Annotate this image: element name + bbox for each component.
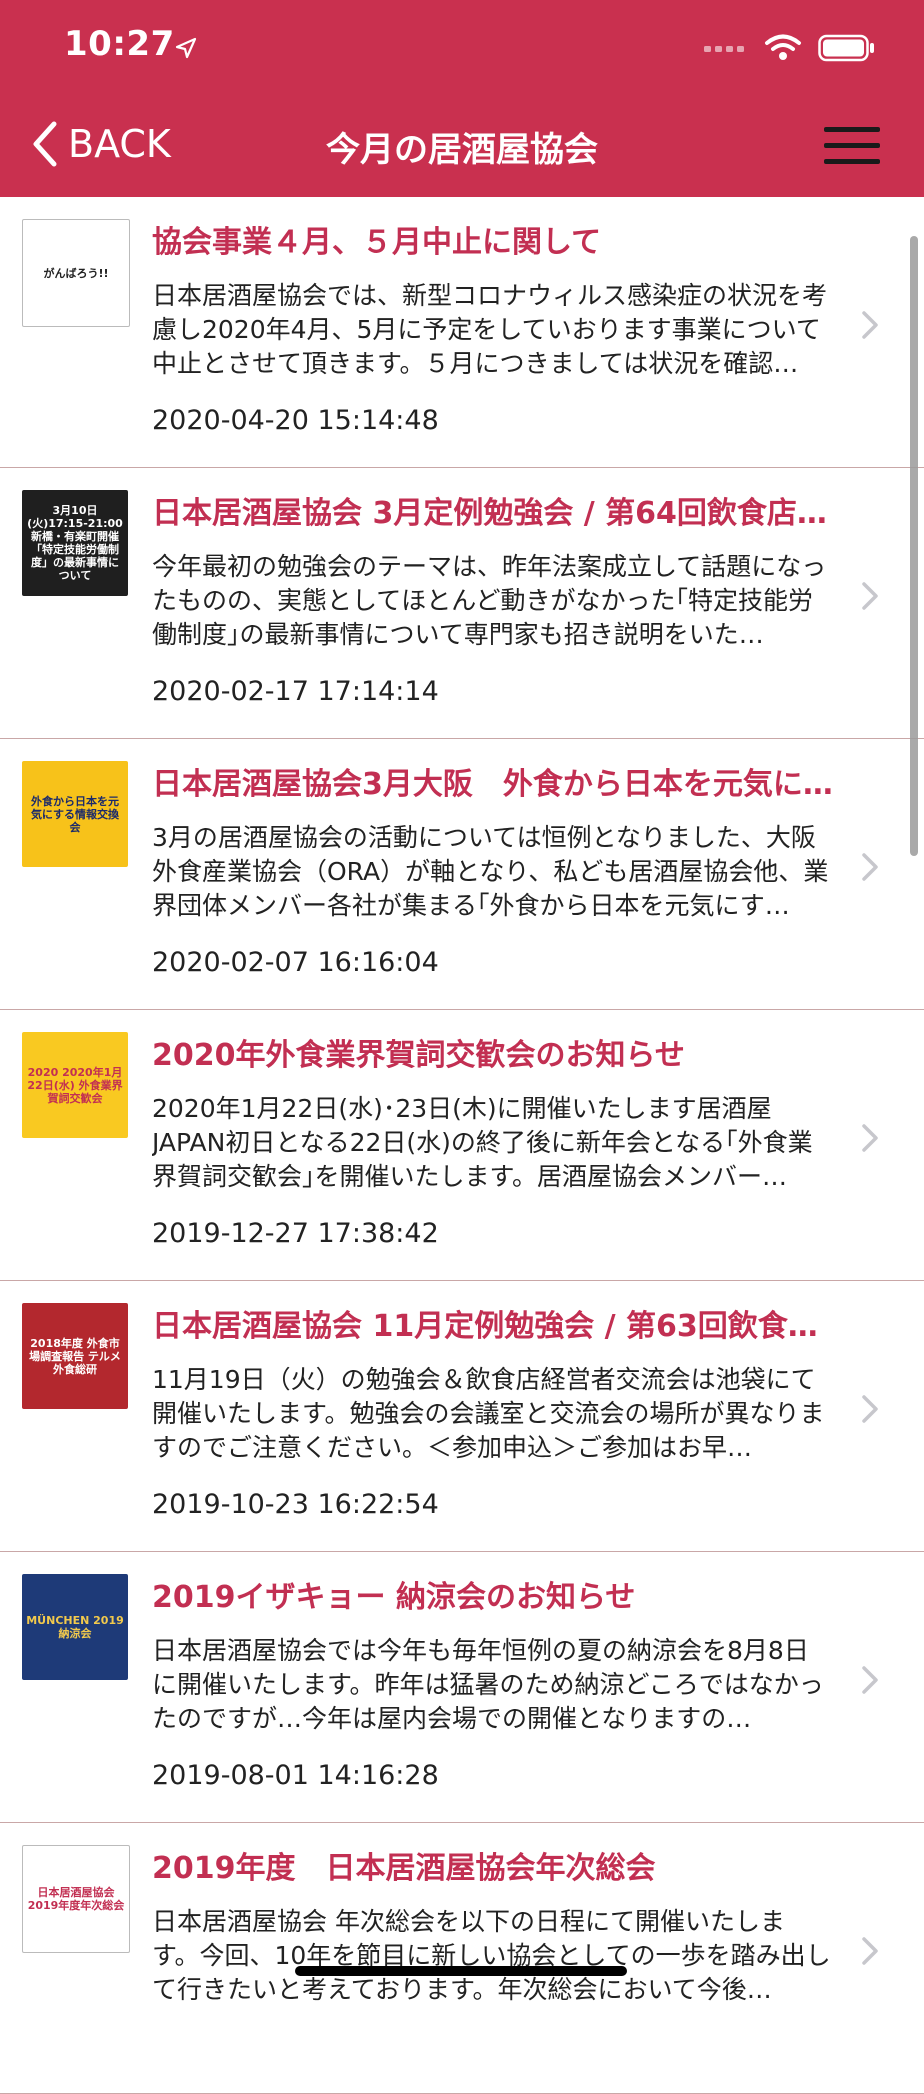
- item-title: 協会事業４月、５月中止に関して: [152, 225, 602, 260]
- chevron-right-icon: [862, 1666, 878, 1694]
- item-thumbnail: MÜNCHEN 2019納涼会: [22, 1574, 128, 1680]
- status-right: [704, 34, 876, 62]
- chevron-right-icon: [862, 1937, 878, 1965]
- item-date: 2020-02-07 16:16:04: [152, 947, 439, 978]
- battery-icon: [818, 34, 874, 62]
- chevron-right-icon: [862, 853, 878, 881]
- list-item[interactable]: MÜNCHEN 2019納涼会 2019イザキョー 納涼会のお知らせ日本居酒屋協会…: [0, 1552, 924, 1823]
- hamburger-menu-icon: [824, 127, 880, 132]
- list-item[interactable]: 2018年度 外食市場調査報告 テルメ外食総研 日本居酒屋協会 11月定例勉強会 …: [0, 1281, 924, 1552]
- item-thumbnail: 3月10日(火)17:15-21:00 新橋・有楽町開催 「特定技能労働制度」の…: [22, 490, 128, 596]
- menu-button[interactable]: [824, 125, 880, 167]
- thumb-text: MÜNCHEN 2019納涼会: [26, 1614, 124, 1640]
- item-date: 2019-12-27 17:38:42: [152, 1218, 439, 1249]
- thumb-text: 2020 2020年1月22日(水) 外食業界 賀詞交歓会: [27, 1065, 123, 1105]
- item-title: 2019イザキョー 納涼会のお知らせ: [152, 1580, 636, 1615]
- thumb-text: 2018年度 外食市場調査報告 テルメ外食総研: [29, 1336, 121, 1376]
- page-title: 今月の居酒屋協会: [326, 130, 598, 170]
- wifi-icon: [765, 34, 801, 60]
- item-title: 2020年外食業界賀詞交歓会のお知らせ: [152, 1038, 685, 1073]
- item-description: 11月19日（火）の勉強会＆飲食店経営者交流会は池袋にて開催いたします。勉強会の…: [152, 1365, 825, 1462]
- item-description: 日本居酒屋協会では、新型コロナウィルス感染症の状況を考慮し2020年4月、5月に…: [152, 281, 828, 378]
- item-date: 2020-02-17 17:14:14: [152, 676, 439, 707]
- item-description: 日本居酒屋協会では今年も毎年恒例の夏の納涼会を8月8日に開催いたします。昨年は猛…: [152, 1636, 824, 1733]
- item-thumbnail: 2018年度 外食市場調査報告 テルメ外食総研: [22, 1303, 128, 1409]
- item-description: 日本居酒屋協会 年次総会を以下の日程にて開催いたします。今回、10年を節目に新し…: [152, 1907, 831, 2004]
- thumb-text: 外食から日本を元気にする情報交換会: [30, 794, 120, 834]
- thumb-text: 日本居酒屋協会 2019年度年次総会: [27, 1886, 125, 1912]
- thumb-text: がんばろう!!: [43, 266, 109, 280]
- nav-header: 10:27 BACK 今月の居酒屋協会: [0, 0, 924, 197]
- news-list: がんばろう!! 協会事業４月、５月中止に関して日本居酒屋協会では、新型コロナウィル…: [0, 197, 924, 2094]
- item-description: 2020年1月22日(水)･23日(木)に開催いたします居酒屋JAPAN初日とな…: [152, 1094, 813, 1191]
- list-item[interactable]: 3月10日(火)17:15-21:00 新橋・有楽町開催 「特定技能労働制度」の…: [0, 468, 924, 739]
- item-thumbnail: 日本居酒屋協会 2019年度年次総会: [22, 1845, 130, 1953]
- chevron-right-icon: [862, 1395, 878, 1423]
- item-description: 3月の居酒屋協会の活動については恒例となりました、大阪外食産業協会（ORA）が軸…: [152, 823, 829, 920]
- chevron-right-icon: [862, 582, 878, 610]
- item-date: 2019-08-01 14:16:28: [152, 1760, 439, 1791]
- home-indicator[interactable]: [295, 1966, 627, 1976]
- item-description: 今年最初の勉強会のテーマは、昨年法案成立して話題になったものの、実態としてほとん…: [152, 552, 827, 649]
- chevron-right-icon: [862, 1124, 878, 1152]
- scrollbar[interactable]: [910, 236, 918, 856]
- item-title: 日本居酒屋協会 11月定例勉強会 / 第63回飲食…: [152, 1309, 818, 1344]
- hamburger-line: [824, 159, 880, 164]
- item-date: 2020-04-20 15:14:48: [152, 405, 439, 436]
- list-item[interactable]: 外食から日本を元気にする情報交換会 日本居酒屋協会3月大阪 外食から日本を元気に……: [0, 739, 924, 1010]
- list-item[interactable]: がんばろう!! 協会事業４月、５月中止に関して日本居酒屋協会では、新型コロナウィル…: [0, 197, 924, 468]
- list-item[interactable]: 2020 2020年1月22日(水) 外食業界 賀詞交歓会 2020年外食業界賀詞…: [0, 1010, 924, 1281]
- signal-bars-icon: [704, 46, 744, 52]
- list-item[interactable]: 日本居酒屋協会 2019年度年次総会 2019年度 日本居酒屋協会年次総会日本居酒…: [0, 1823, 924, 2094]
- location-arrow-icon: [175, 37, 197, 59]
- item-thumbnail: 2020 2020年1月22日(水) 外食業界 賀詞交歓会: [22, 1032, 128, 1138]
- item-title: 日本居酒屋協会 3月定例勉強会 / 第64回飲食店…: [152, 496, 827, 531]
- hamburger-line: [824, 143, 880, 148]
- item-title: 日本居酒屋協会3月大阪 外食から日本を元気に…: [152, 767, 833, 802]
- status-time: 10:27: [64, 24, 175, 64]
- thumb-text: 3月10日(火)17:15-21:00 新橋・有楽町開催 「特定技能労働制度」の…: [27, 504, 123, 582]
- item-date: 2019-10-23 16:22:54: [152, 1489, 439, 1520]
- item-thumbnail: 外食から日本を元気にする情報交換会: [22, 761, 128, 867]
- item-title: 2019年度 日本居酒屋協会年次総会: [152, 1851, 656, 1886]
- item-thumbnail: がんばろう!!: [22, 219, 130, 327]
- chevron-right-icon: [862, 311, 878, 339]
